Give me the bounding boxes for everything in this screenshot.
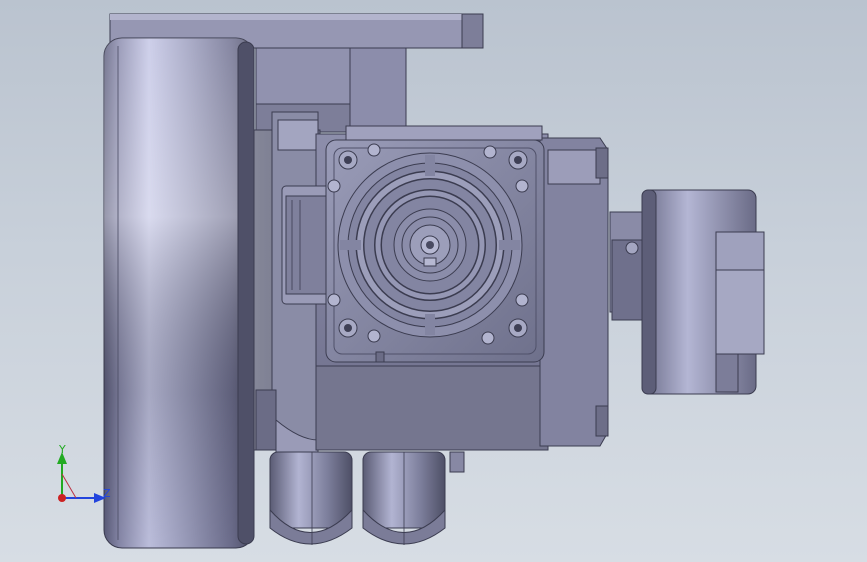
cad-model-assembly[interactable] (0, 0, 867, 562)
motor-fan-face[interactable] (337, 152, 523, 338)
lower-roller-left[interactable] (269, 451, 353, 545)
lower-roller-right[interactable] (362, 451, 465, 545)
triad-z-label: Z (103, 487, 111, 500)
triad-y-label: Y (59, 443, 66, 456)
motor-connector[interactable] (281, 185, 331, 305)
cad-graphics-viewport[interactable]: Y Z (0, 0, 867, 562)
x-axis-arrow (58, 494, 66, 502)
right-drum[interactable] (609, 189, 765, 395)
drive-wheel[interactable] (103, 37, 255, 549)
